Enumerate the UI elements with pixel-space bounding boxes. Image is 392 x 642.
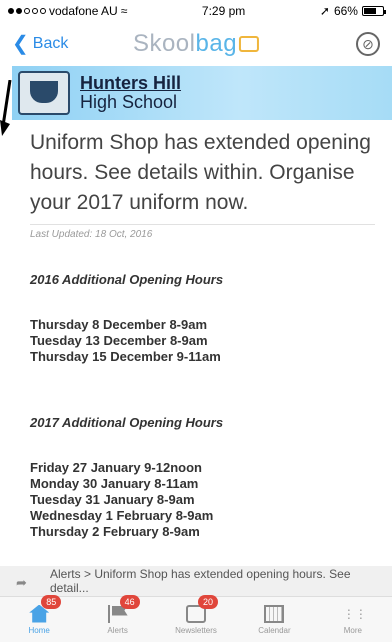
divider (30, 224, 375, 225)
alerts-badge: 46 (119, 595, 140, 609)
hours-list-2016: Thursday 8 December 8-9am Tuesday 13 Dec… (30, 317, 375, 365)
section-heading-2017: 2017 Additional Opening Hours (30, 415, 224, 430)
hours-line: Friday 27 January 9-12noon (30, 460, 202, 475)
bag-icon (239, 36, 260, 52)
sync-icon: ⊘ (362, 35, 374, 52)
tab-newsletters-label: Newsletters (175, 625, 217, 635)
status-right: ➚ 66% (319, 4, 386, 18)
more-icon: ⋮⋮ (342, 606, 367, 621)
share-icon: ➦ (16, 575, 27, 590)
tab-calendar-label: Calendar (258, 625, 291, 635)
tab-home[interactable]: 85 Home (0, 595, 78, 642)
school-banner: Hunters Hill High School (12, 66, 392, 120)
tab-bar: 85 Home 46 Alerts 20 Newsletters Calenda… (0, 595, 392, 642)
school-name-line2: High School (80, 92, 178, 112)
tab-alerts[interactable]: 46 Alerts (78, 595, 156, 642)
chevron-left-icon: ❮ (12, 33, 29, 55)
hours-line: Thursday 8 December 8-9am (30, 317, 208, 332)
tab-more-label: More (343, 625, 362, 635)
school-name-line1: Hunters Hill (80, 73, 182, 93)
app-logo: Skool bag (132, 30, 260, 58)
sync-settings-button[interactable]: ⊘ (356, 32, 380, 56)
last-updated: Last Updated: 18 Oct, 2016 (30, 229, 153, 240)
hours-line: Thursday 15 December 9-11am (30, 349, 221, 364)
signal-icon (8, 8, 46, 14)
hours-line: Tuesday 13 December 8-9am (30, 333, 208, 348)
battery-percent: 66% (333, 4, 358, 18)
carrier-name: vodafone AU (49, 4, 118, 18)
article-content: Uniform Shop has extended opening hours.… (30, 120, 375, 540)
arrow-marker-icon (0, 80, 12, 136)
brand-prefix: Skool (132, 30, 196, 57)
location-icon: ➚ (319, 4, 330, 18)
status-time: 7:29 pm (201, 4, 246, 18)
hours-line: Monday 30 January 8-11am (30, 476, 199, 491)
tab-home-label: Home (28, 625, 50, 635)
calendar-icon (264, 604, 285, 623)
back-button[interactable]: ❮ Back (12, 34, 68, 54)
hours-line: Wednesday 1 February 8-9am (30, 508, 214, 523)
hours-line: Thursday 2 February 8-9am (30, 524, 200, 539)
brand-suffix: bag (195, 30, 238, 57)
tab-calendar[interactable]: Calendar (235, 597, 313, 642)
tab-more[interactable]: ⋮⋮ More (314, 597, 392, 642)
tab-alerts-label: Alerts (107, 625, 128, 635)
nav-bar: ❮ Back Skool bag ⊘ (0, 22, 392, 66)
alert-ticker-text: Alerts > Uniform Shop has extended openi… (49, 567, 351, 595)
newsletters-badge: 20 (198, 595, 219, 609)
article-title: Uniform Shop has extended opening hours.… (30, 131, 371, 214)
status-bar: vodafone AU ≈ 7:29 pm ➚ 66% (0, 0, 392, 22)
school-name: Hunters Hill High School (80, 74, 181, 112)
section-heading-2016: 2016 Additional Opening Hours (30, 272, 224, 287)
home-badge: 85 (41, 595, 62, 609)
hours-line: Tuesday 31 January 8-9am (30, 492, 195, 507)
alert-ticker[interactable]: ➦ Alerts > Uniform Shop has extended ope… (0, 566, 392, 596)
wifi-icon: ≈ (120, 4, 128, 18)
hours-list-2017: Friday 27 January 9-12noon Monday 30 Jan… (30, 460, 375, 540)
battery-icon (361, 6, 386, 16)
carrier-info: vodafone AU ≈ (8, 4, 127, 18)
school-crest-logo (18, 71, 70, 115)
back-label: Back (32, 35, 69, 52)
tab-newsletters[interactable]: 20 Newsletters (157, 595, 235, 642)
